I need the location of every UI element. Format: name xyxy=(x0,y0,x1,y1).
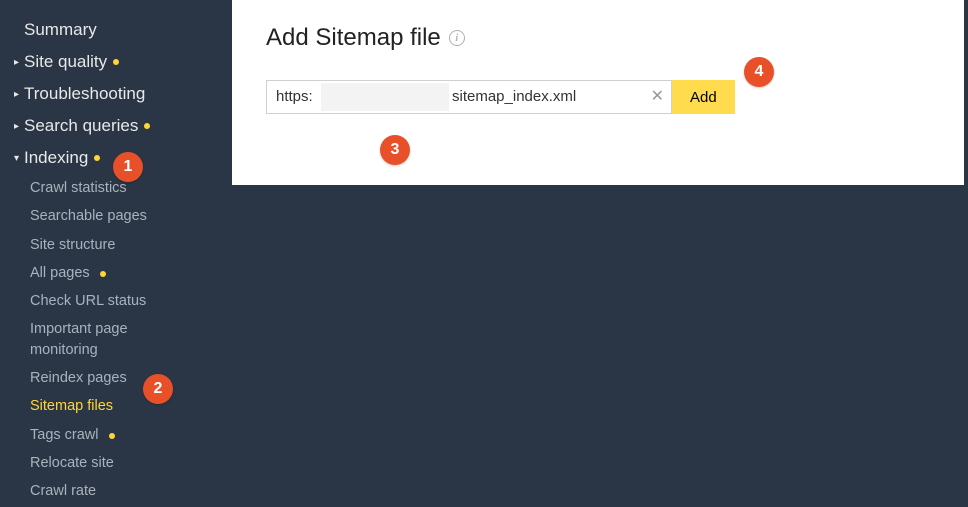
annotation-callout-4: 4 xyxy=(744,57,774,87)
sidebar-label: Indexing xyxy=(24,148,88,168)
sidebar-sub-relocate-site[interactable]: Relocate site xyxy=(0,449,232,477)
status-dot-icon xyxy=(109,433,115,439)
sidebar-sub-reindex-pages[interactable]: Reindex pages xyxy=(0,364,232,392)
redacted-overlay xyxy=(321,83,449,111)
sidebar-item-search-queries[interactable]: ▸ Search queries xyxy=(0,110,232,142)
sidebar-sub-important-page-monitoring[interactable]: Important page monitoring xyxy=(0,315,160,364)
sidebar-item-summary[interactable]: Summary xyxy=(0,14,232,46)
add-sitemap-panel: Add Sitemap file i ✕ https:sitemap_index… xyxy=(232,0,964,185)
add-button[interactable]: Add xyxy=(672,80,735,114)
sidebar-sub-tags-crawl[interactable]: Tags crawl xyxy=(0,421,232,449)
caret-right-icon: ▸ xyxy=(14,89,24,100)
sidebar-sub-sitemap-files[interactable]: Sitemap files xyxy=(0,392,232,420)
status-dot-icon xyxy=(144,123,150,129)
sidebar-sub-check-url-status[interactable]: Check URL status xyxy=(0,287,232,315)
caret-down-icon: ▾ xyxy=(14,153,24,164)
sidebar-label: Search queries xyxy=(24,116,138,136)
annotation-callout-3: 3 xyxy=(380,135,410,165)
sidebar-sub-label: All pages xyxy=(30,265,90,281)
caret-right-icon: ▸ xyxy=(14,57,24,68)
sidebar: Summary ▸ Site quality ▸ Troubleshooting… xyxy=(0,0,232,507)
panel-title-text: Add Sitemap file xyxy=(266,24,441,52)
sidebar-sub-all-pages[interactable]: All pages xyxy=(0,259,232,287)
annotation-callout-1: 1 xyxy=(113,152,143,182)
main-area: Add Sitemap file i ✕ https:sitemap_index… xyxy=(232,0,968,507)
sidebar-label: Site quality xyxy=(24,52,107,72)
status-dot-icon xyxy=(94,155,100,161)
sidebar-sub-crawl-statistics[interactable]: Crawl statistics xyxy=(0,174,232,202)
sidebar-sub-site-structure[interactable]: Site structure xyxy=(0,231,232,259)
annotation-callout-2: 2 xyxy=(143,374,173,404)
sidebar-item-site-quality[interactable]: ▸ Site quality xyxy=(0,46,232,78)
status-dot-icon xyxy=(100,271,106,277)
status-dot-icon xyxy=(113,59,119,65)
app-root: Summary ▸ Site quality ▸ Troubleshooting… xyxy=(0,0,968,507)
sitemap-input-wrap: ✕ https:sitemap_index.xml xyxy=(266,80,672,114)
clear-input-icon[interactable]: ✕ xyxy=(651,89,664,105)
caret-right-icon: ▸ xyxy=(14,121,24,132)
sidebar-sub-label: Tags crawl xyxy=(30,427,99,443)
sidebar-label: Troubleshooting xyxy=(24,84,145,104)
sidebar-label: Summary xyxy=(24,20,97,40)
sidebar-item-troubleshooting[interactable]: ▸ Troubleshooting xyxy=(0,78,232,110)
sitemap-input-row: ✕ https:sitemap_index.xml Add xyxy=(266,80,930,114)
sidebar-sub-searchable-pages[interactable]: Searchable pages xyxy=(0,202,232,230)
info-icon[interactable]: i xyxy=(449,30,465,46)
panel-title: Add Sitemap file i xyxy=(266,24,930,52)
sidebar-sub-crawl-rate[interactable]: Crawl rate xyxy=(0,477,232,505)
